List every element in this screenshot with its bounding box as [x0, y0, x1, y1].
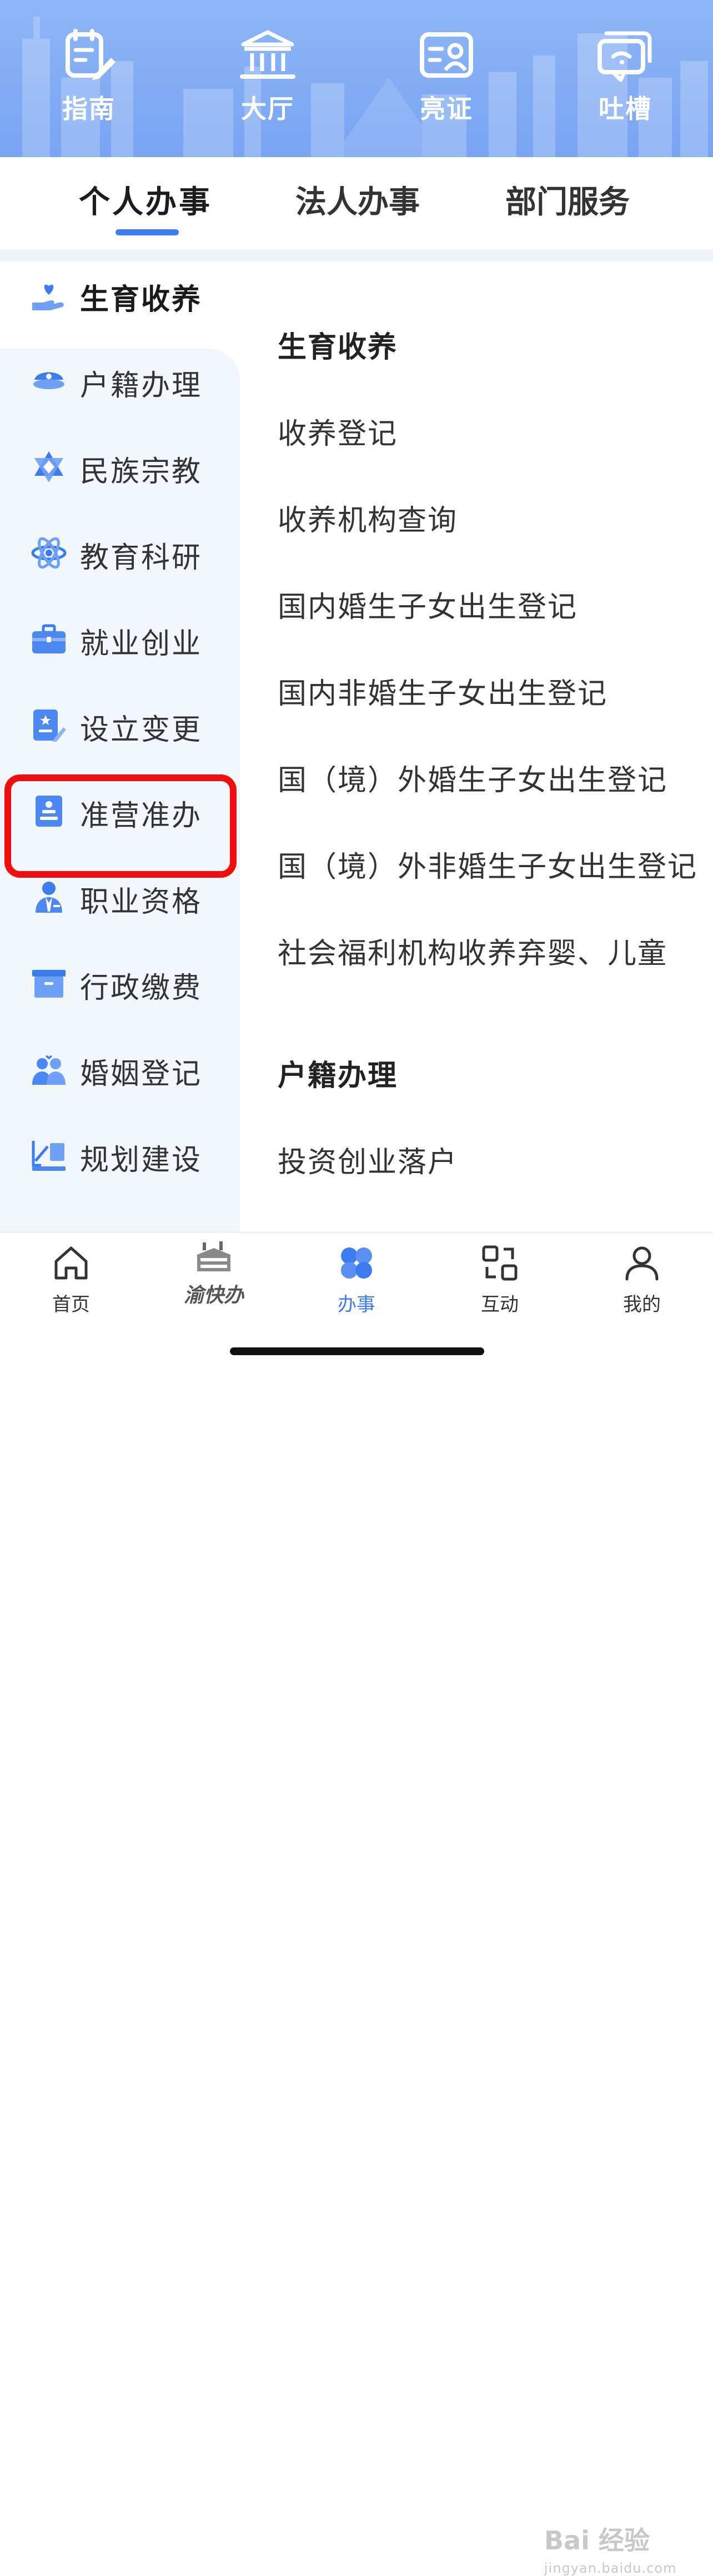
quick-link-feedback[interactable]: 吐槽	[570, 29, 681, 125]
sidebar-item-label: 婚姻登记	[80, 1058, 203, 1091]
guide-icon	[66, 29, 116, 80]
tab-personal[interactable]: 个人办事	[79, 177, 212, 222]
service-item[interactable]: 国内非婚生子女出生登记	[278, 670, 607, 712]
sidebar-item-label: 规划建设	[80, 1144, 203, 1177]
atom-icon	[31, 537, 67, 569]
briefcase-icon	[32, 624, 66, 653]
header-banner: 指南 大厅 亮证 吐槽	[0, 0, 713, 157]
sidebar-item-label: 职业资格	[80, 886, 203, 919]
archive-box-icon	[32, 970, 66, 998]
document-edit-icon	[33, 710, 66, 742]
quick-link-label: 指南	[62, 94, 116, 124]
nav-label: 首页	[52, 1294, 90, 1316]
nav-interact[interactable]: 互动	[444, 1244, 555, 1316]
service-list: 生育收养 收养登记 收养机构查询 国内婚生子女出生登记 国内非婚生子女出生登记 …	[240, 261, 713, 1232]
police-cap-icon	[33, 372, 64, 389]
nav-home[interactable]: 首页	[16, 1244, 127, 1316]
service-item[interactable]: 国内婚生子女出生登记	[278, 583, 578, 625]
sidebar-item-label: 生育收养	[80, 283, 203, 316]
quick-link-label: 亮证	[420, 94, 473, 124]
nav-label: 渝快办	[183, 1284, 244, 1307]
ruler-icon	[32, 1141, 66, 1171]
nav-label: 互动	[481, 1294, 519, 1316]
service-item[interactable]: 国（境）外婚生子女出生登记	[278, 757, 667, 798]
yukuaiban-logo	[197, 1241, 230, 1271]
service-item[interactable]: 收养登记	[278, 410, 398, 452]
service-item[interactable]: 国（境）外非婚生子女出生登记	[278, 843, 697, 885]
sidebar-item-marriage-registration[interactable]: 婚姻登记	[0, 1036, 240, 1103]
tab-department-services[interactable]: 部门服务	[505, 177, 630, 222]
sidebar-item-label: 行政缴费	[80, 972, 203, 1005]
quick-link-show-id[interactable]: 亮证	[391, 29, 502, 125]
quick-link-label: 吐槽	[599, 94, 652, 124]
sidebar-item-employment[interactable]: 就业创业	[0, 606, 240, 672]
nav-label: 我的	[623, 1294, 661, 1316]
service-tabs: 个人办事 法人办事 部门服务	[0, 157, 713, 249]
id-card-icon	[420, 32, 473, 78]
sidebar-item-planning-construction[interactable]: 规划建设	[0, 1122, 240, 1189]
couple-icon	[32, 1055, 66, 1085]
sidebar-item-label: 民族宗教	[80, 455, 203, 489]
baidu-jingyan-watermark: Bai 经验 jingyan.baidu.com	[544, 2520, 676, 2576]
service-item[interactable]: 投资创业落户	[278, 1139, 458, 1180]
quick-link-guide[interactable]: 指南	[33, 29, 144, 125]
child-care-icon	[32, 284, 64, 310]
nav-mine[interactable]: 我的	[586, 1244, 697, 1316]
watermark-text: Bai 经验	[544, 2525, 650, 2555]
sidebar-item-establishment-change[interactable]: 设立变更	[0, 692, 240, 758]
sidebar-item-label: 就业创业	[80, 627, 203, 661]
sidebar-item-household-registration[interactable]: 户籍办理	[0, 348, 240, 414]
star-of-david-icon	[34, 451, 63, 482]
section-title: 生育收养	[278, 331, 398, 364]
home-indicator	[230, 1347, 484, 1355]
sidebar-item-ethnic-religion[interactable]: 民族宗教	[0, 434, 240, 500]
section-title: 户籍办理	[278, 1059, 398, 1093]
highlight-annotation-box	[4, 774, 237, 878]
sidebar-item-administrative-fees[interactable]: 行政缴费	[0, 950, 240, 1017]
feedback-icon	[597, 31, 652, 82]
user-icon	[625, 1246, 659, 1281]
service-item[interactable]: 社会福利机构收养弃婴、儿童	[278, 930, 667, 972]
sidebar-item-education-research[interactable]: 教育科研	[0, 520, 240, 586]
hall-icon	[240, 30, 295, 79]
tab-legal-entity[interactable]: 法人办事	[295, 177, 420, 222]
professional-icon	[36, 882, 62, 913]
watermark-url: jingyan.baidu.com	[544, 2560, 677, 2576]
section-divider	[0, 249, 713, 261]
service-item[interactable]: 收养机构查询	[278, 497, 458, 539]
home-icon	[54, 1246, 88, 1280]
nav-label: 办事	[338, 1294, 375, 1316]
sidebar-item-birth-adoption[interactable]: 生育收养	[0, 261, 240, 328]
sidebar-item-label: 户籍办理	[80, 369, 203, 402]
quick-link-label: 大厅	[241, 94, 294, 124]
category-sidebar: 生育收养 户籍办理 民族宗教 教育科研 就业创业 设立变更 准营准办 职业资格 …	[0, 261, 240, 1232]
sidebar-item-label: 教育科研	[80, 541, 203, 575]
sidebar-item-label: 设立变更	[80, 713, 203, 747]
clover-icon	[341, 1247, 372, 1279]
nav-services[interactable]: 办事	[301, 1244, 412, 1316]
active-tab-indicator	[116, 229, 179, 235]
nav-yukuaiban[interactable]: 渝快办	[167, 1238, 261, 1308]
quick-link-hall[interactable]: 大厅	[212, 29, 323, 125]
interact-icon	[482, 1245, 518, 1281]
